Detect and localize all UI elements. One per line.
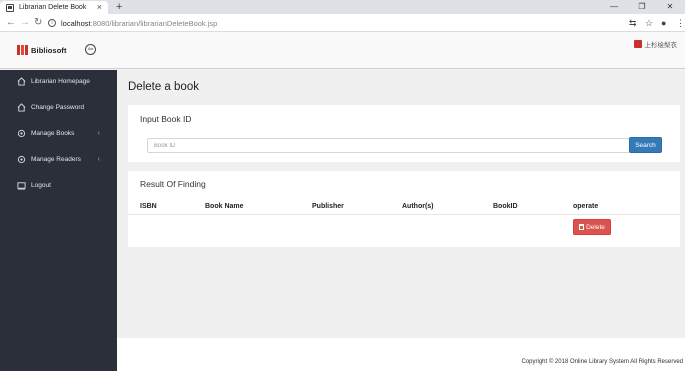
back-circle-icon[interactable]: ⇦ — [85, 44, 96, 55]
browser-tab-strip: Librarian Delete Book × + — ❐ ✕ — [0, 0, 685, 14]
sidebar-item-label: Manage Books — [31, 129, 75, 137]
menu-kebab-icon[interactable]: ⋮ — [676, 17, 685, 29]
page-title: Delete a book — [128, 81, 199, 93]
footer: Copyright © 2018 Online Library System A… — [117, 338, 685, 371]
column-header-isbn: ISBN — [140, 203, 157, 210]
column-header-bookid: BookID — [493, 203, 518, 210]
chevron-left-icon: ‹ — [97, 155, 100, 163]
book-id-input[interactable] — [147, 138, 630, 153]
gear-icon — [17, 129, 26, 137]
user-avatar-icon — [633, 40, 642, 48]
sidebar-item-manage-readers[interactable]: Manage Readers ‹ — [0, 150, 117, 168]
logo-text: Bibliosoft — [31, 45, 67, 55]
page-favicon-icon — [6, 3, 14, 12]
gear-icon — [17, 155, 26, 163]
maximize-icon[interactable]: ❐ — [628, 0, 656, 14]
result-panel: Result Of Finding ISBN Book Name Publish… — [128, 171, 680, 247]
bookmark-star-icon[interactable]: ☆ — [645, 17, 653, 29]
home-icon — [17, 76, 26, 86]
delete-button-label: Delete — [586, 223, 605, 231]
sidebar-item-logout[interactable]: Logout — [0, 176, 117, 194]
app-logo[interactable]: Bibliosoft — [17, 45, 67, 55]
chevron-left-icon: ‹ — [97, 129, 100, 137]
sidebar-item-label: Logout — [31, 181, 51, 189]
column-header-book-name: Book Name — [205, 203, 244, 210]
sidebar-item-change-password[interactable]: Change Password — [0, 98, 117, 116]
browser-tab[interactable]: Librarian Delete Book × — [0, 1, 108, 14]
sidebar: Librarian Homepage Change Password Manag… — [0, 70, 117, 371]
copyright-text: Copyright © 2018 Online Library System A… — [521, 359, 684, 365]
profile-icon[interactable]: ● — [661, 17, 666, 29]
url-host: localhost — [61, 18, 91, 28]
translate-icon[interactable]: ⇆ — [629, 17, 637, 29]
column-header-authors: Author(s) — [402, 203, 434, 210]
url-path: :8080/librarian/librarianDeleteBook.jsp — [90, 18, 218, 28]
column-header-operate: operate — [573, 203, 599, 210]
sidebar-item-label: Manage Readers — [31, 155, 81, 163]
column-header-publisher: Publisher — [312, 203, 344, 210]
app-header: Bibliosoft ⇦ 上杉绘梨衣 — [0, 32, 685, 69]
tab-title: Librarian Delete Book — [19, 4, 87, 11]
url-field[interactable]: i localhost:8080/librarian/librarianDele… — [48, 16, 623, 30]
window-close-icon[interactable]: ✕ — [656, 0, 684, 14]
main-content: Delete a book Input Book ID Search Resul… — [117, 70, 685, 338]
site-info-icon[interactable]: i — [48, 19, 56, 27]
user-name: 上杉绘梨衣 — [644, 42, 678, 49]
input-book-id-panel: Input Book ID Search — [128, 105, 680, 162]
sidebar-item-manage-books[interactable]: Manage Books ‹ — [0, 124, 117, 142]
minimize-icon[interactable]: — — [600, 0, 628, 14]
back-arrow-icon[interactable]: ← — [6, 16, 16, 30]
panel-title: Result Of Finding — [140, 179, 206, 189]
trash-icon — [579, 224, 585, 230]
forward-arrow-icon[interactable]: → — [20, 16, 30, 30]
panel-title: Input Book ID — [140, 114, 192, 124]
sidebar-item-librarian-homepage[interactable]: Librarian Homepage — [0, 72, 117, 90]
table-header-divider — [128, 214, 680, 215]
home-icon — [17, 102, 26, 112]
user-menu[interactable]: 上杉绘梨衣 — [633, 39, 678, 49]
search-button[interactable]: Search — [629, 137, 662, 153]
new-tab-icon[interactable]: + — [116, 0, 122, 14]
sidebar-item-label: Change Password — [31, 103, 85, 111]
logout-icon — [17, 181, 26, 190]
address-bar: ← → ↻ i localhost:8080/librarian/librari… — [0, 14, 685, 32]
sidebar-item-label: Librarian Homepage — [31, 77, 90, 85]
books-logo-icon — [17, 45, 29, 55]
reload-icon[interactable]: ↻ — [34, 16, 42, 30]
delete-button[interactable]: Delete — [573, 219, 611, 235]
tab-close-icon[interactable]: × — [97, 3, 102, 12]
